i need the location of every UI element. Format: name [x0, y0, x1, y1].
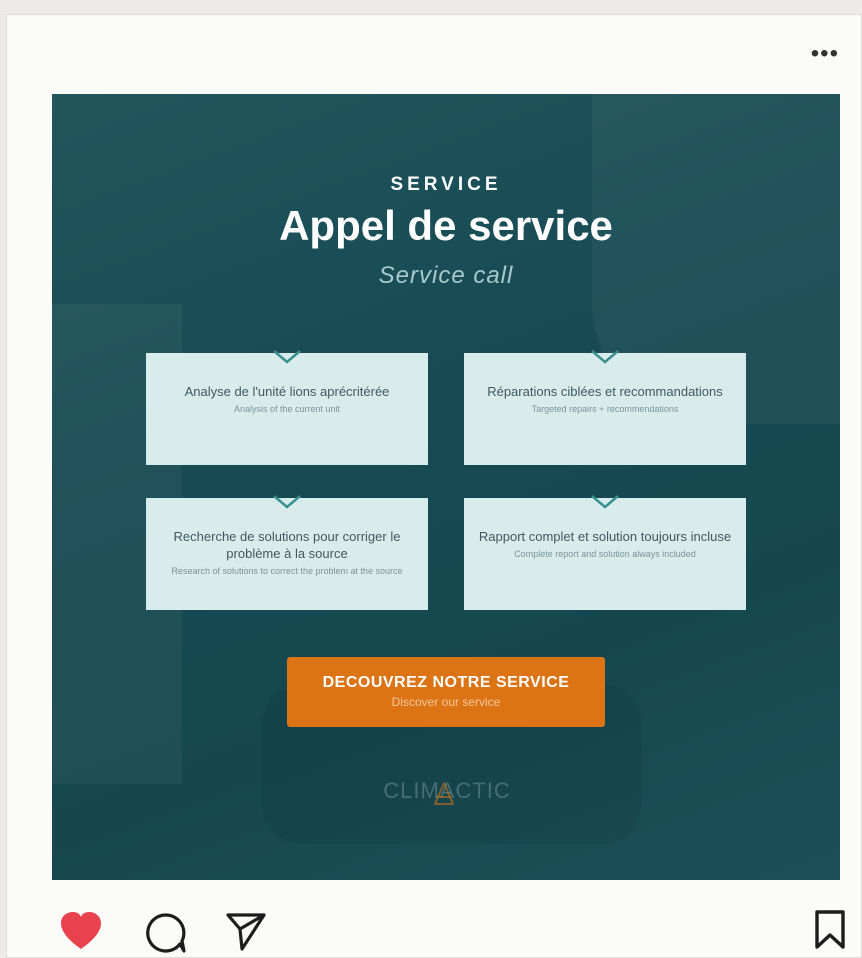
- feature-title: Analyse de l'unité lions aprécritérée: [184, 384, 390, 399]
- post-card: ••• SERVICE Appel de service Service cal…: [6, 14, 862, 958]
- more-options-icon[interactable]: •••: [811, 42, 839, 66]
- action-bar: [7, 905, 861, 955]
- heart-icon[interactable]: [59, 911, 103, 951]
- logo-mark-icon: [434, 782, 454, 805]
- discover-service-button[interactable]: DECOUVREZ NOTRE SERVICE Discover our ser…: [287, 657, 605, 727]
- comment-icon[interactable]: [144, 911, 188, 955]
- feature-card: Recherche de solutions pour corriger le …: [146, 495, 428, 610]
- bookmark-icon[interactable]: [813, 909, 847, 951]
- post-title: Appel de service: [279, 202, 613, 249]
- cta-sublabel: Discover our service: [391, 695, 501, 709]
- feature-subtitle: Research of solutions to correct the pro…: [171, 566, 403, 576]
- feature-title: Rapport complet et solution toujours inc…: [478, 529, 732, 544]
- feature-subtitle: Targeted repairs + recommendations: [531, 404, 679, 414]
- checkmark-icon: [273, 495, 301, 509]
- post-image: SERVICE Appel de service Service call An…: [52, 94, 840, 880]
- checkmark-icon: [273, 350, 301, 364]
- feature-title: Recherche de solutions pour corriger le …: [173, 529, 401, 561]
- feature-title: Réparations ciblées et recommandations: [487, 384, 723, 399]
- feature-card: Réparations ciblées et recommandations T…: [464, 350, 746, 465]
- feature-card: Analyse de l'unité lions aprécritérée An…: [146, 350, 428, 465]
- post-kicker: SERVICE: [390, 174, 502, 195]
- feature-subtitle: Complete report and solution always incl…: [514, 549, 696, 559]
- feature-card: Rapport complet et solution toujours inc…: [464, 495, 746, 610]
- brand-logo: CLIMACTIC: [352, 778, 542, 818]
- post-subtitle: Service call: [378, 262, 514, 289]
- feature-subtitle: Analysis of the current unit: [233, 404, 341, 414]
- cta-label: DECOUVREZ NOTRE SERVICE: [322, 674, 570, 691]
- checkmark-icon: [591, 495, 619, 509]
- share-icon[interactable]: [225, 911, 267, 951]
- checkmark-icon: [591, 350, 619, 364]
